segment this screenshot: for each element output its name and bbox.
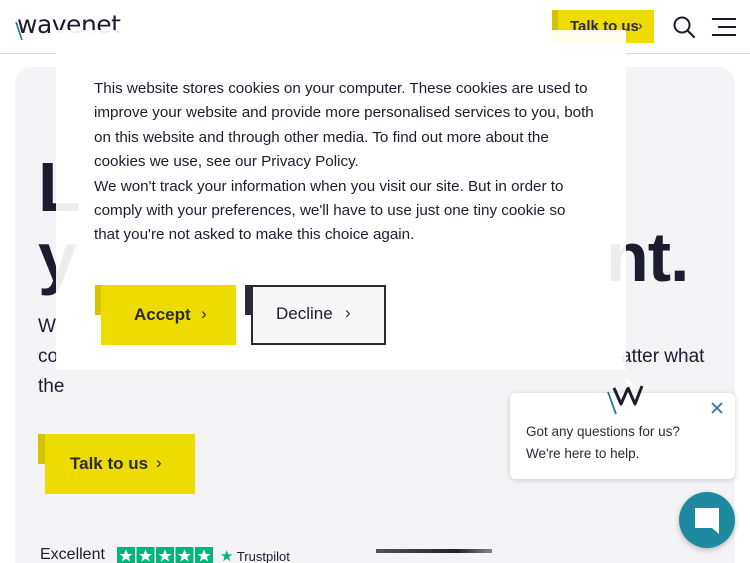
cookie-text: This website stores cookies on your comp… bbox=[94, 77, 594, 248]
trustpilot-brand: Trustpilot bbox=[236, 549, 290, 563]
hero-talk-button[interactable]: Talk to us › bbox=[38, 434, 195, 494]
chevron-right-icon: › bbox=[156, 453, 162, 472]
chevron-right-icon: › bbox=[638, 17, 643, 33]
hero-subtitle-line2-end: atter what bbox=[621, 346, 705, 367]
chat-launcher-button[interactable] bbox=[679, 492, 735, 548]
cookie-text-paragraph-1: This website stores cookies on your comp… bbox=[94, 80, 594, 171]
chevron-right-icon: › bbox=[201, 304, 207, 323]
chat-avatar-logo-icon bbox=[606, 378, 644, 416]
close-icon[interactable] bbox=[710, 400, 724, 418]
accept-cookies-button[interactable]: Accept › bbox=[95, 285, 236, 345]
decline-cookies-button[interactable]: Decline › bbox=[245, 285, 386, 345]
hero-talk-label: Talk to us bbox=[70, 454, 149, 473]
cookie-text-paragraph-2: We won't track your information when you… bbox=[94, 177, 566, 244]
cookie-consent-banner: This website stores cookies on your comp… bbox=[56, 30, 626, 370]
chevron-right-icon: › bbox=[345, 303, 351, 322]
accept-label: Accept bbox=[134, 305, 191, 324]
hamburger-menu-icon[interactable] bbox=[710, 16, 738, 38]
trustpilot-logo: ★ Trustpilot bbox=[220, 548, 290, 563]
search-icon[interactable] bbox=[672, 15, 696, 39]
trustpilot-rating-label: Excellent bbox=[40, 546, 105, 563]
chat-message-text: Got any questions for us? We're here to … bbox=[526, 424, 680, 461]
trustpilot-stars-icon bbox=[117, 547, 213, 563]
hero-image bbox=[376, 549, 492, 553]
decline-label: Decline bbox=[276, 304, 333, 323]
chat-icon bbox=[695, 508, 719, 534]
